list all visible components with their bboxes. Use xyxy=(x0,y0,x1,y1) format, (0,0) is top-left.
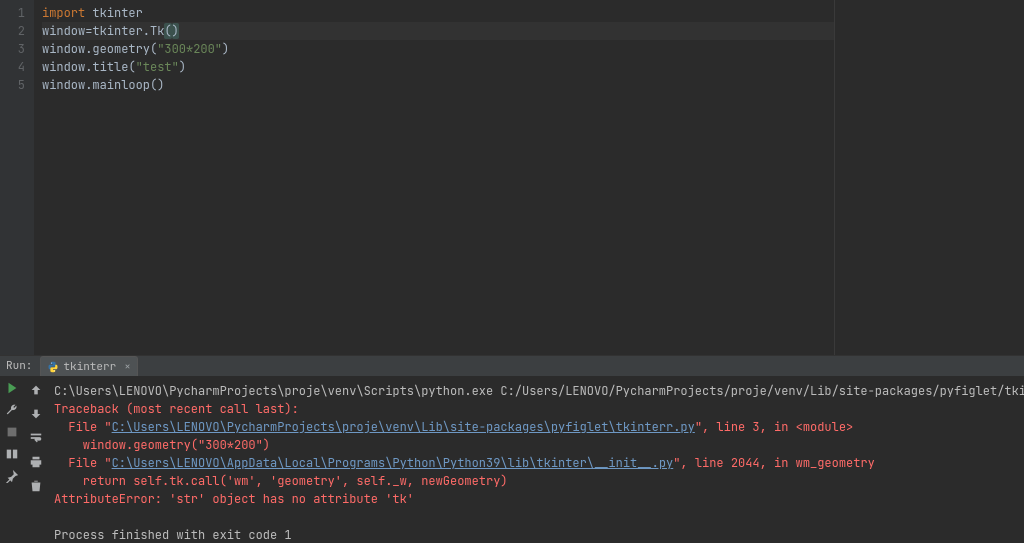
console-line: return self.tk.call('wm', 'geometry', se… xyxy=(54,472,1024,490)
code-line[interactable]: import tkinter xyxy=(42,4,834,22)
code-line[interactable]: window=tkinter.Tk() xyxy=(42,22,834,40)
console-output[interactable]: C:\Users\LENOVO\PycharmProjects\proje\ve… xyxy=(48,376,1024,543)
line-number: 4 xyxy=(0,58,25,76)
run-side-toolbar-1 xyxy=(0,376,24,543)
up-arrow-icon[interactable] xyxy=(28,382,44,398)
pin-icon[interactable] xyxy=(4,468,20,484)
traceback-link[interactable]: C:\Users\LENOVO\AppData\Local\Programs\P… xyxy=(112,455,674,471)
console-line: Traceback (most recent call last): xyxy=(54,400,1024,418)
run-tool-window: Run: tkinterr × C:\Users\LE xyxy=(0,355,1024,543)
down-arrow-icon[interactable] xyxy=(28,406,44,422)
rerun-icon[interactable] xyxy=(4,380,20,396)
code-area[interactable]: import tkinterwindow=tkinter.Tk()window.… xyxy=(34,0,834,355)
line-number: 3 xyxy=(0,40,25,58)
stop-icon[interactable] xyxy=(4,424,20,440)
soft-wrap-icon[interactable] xyxy=(28,430,44,446)
line-number: 1 xyxy=(0,4,25,22)
gutter: 12345 xyxy=(0,0,34,355)
console-line: C:\Users\LENOVO\PycharmProjects\proje\ve… xyxy=(54,382,1024,400)
console-line: File "C:\Users\LENOVO\PycharmProjects\pr… xyxy=(54,418,1024,436)
run-tab[interactable]: tkinterr × xyxy=(40,356,137,376)
code-line[interactable]: window.mainloop() xyxy=(42,76,834,94)
trash-icon[interactable] xyxy=(28,478,44,494)
console-line: window.geometry("300*200") xyxy=(54,436,1024,454)
right-margin xyxy=(834,0,1024,355)
code-line[interactable]: window.title("test") xyxy=(42,58,834,76)
console-line: File "C:\Users\LENOVO\AppData\Local\Prog… xyxy=(54,454,1024,472)
console-line: AttributeError: 'str' object has no attr… xyxy=(54,490,1024,508)
run-label: Run: xyxy=(6,359,32,373)
traceback-link[interactable]: C:\Users\LENOVO\PycharmProjects\proje\ve… xyxy=(112,419,695,435)
run-tab-label: tkinterr xyxy=(63,360,116,374)
run-side-toolbar-2 xyxy=(24,376,48,543)
wrench-icon[interactable] xyxy=(4,402,20,418)
python-icon xyxy=(47,361,59,373)
layout-icon[interactable] xyxy=(4,446,20,462)
run-header: Run: tkinterr × xyxy=(0,356,1024,376)
close-icon[interactable]: × xyxy=(124,360,131,374)
editor-pane: 12345 import tkinterwindow=tkinter.Tk()w… xyxy=(0,0,1024,355)
line-number: 5 xyxy=(0,76,25,94)
console-line: Process finished with exit code 1 xyxy=(54,526,1024,543)
line-number: 2 xyxy=(0,22,25,40)
code-line[interactable]: window.geometry("300*200") xyxy=(42,40,834,58)
console-line xyxy=(54,508,1024,526)
print-icon[interactable] xyxy=(28,454,44,470)
